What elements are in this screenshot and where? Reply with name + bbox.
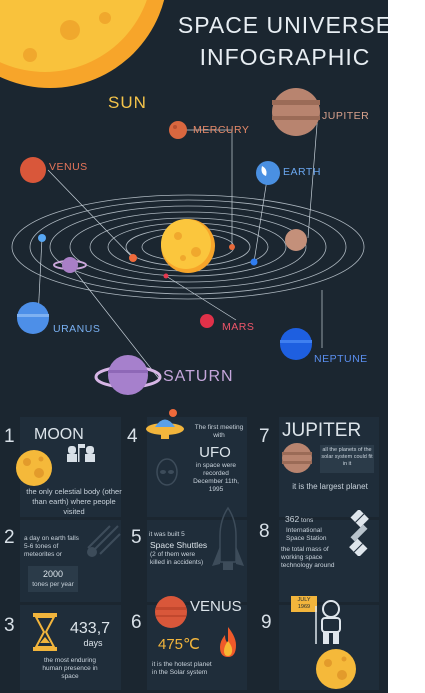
mercury-label: MERCURY [193,124,250,136]
moon-surface-icon [316,649,356,689]
space-shuttle-icon [212,506,244,570]
ufo-icon [146,409,184,439]
iss-text: the total mass of working space technolo… [281,546,335,569]
ufo-text: in space were recorded December 11th, 19… [193,462,239,493]
meteorites-text: a day on earth falls 5-6 tones of meteor… [24,535,79,558]
iss-value: 362 [285,514,300,524]
ufo-heading: UFO [199,444,231,461]
hourglass-icon [33,613,57,651]
jupiter-note: all the planets of the solar system coul… [321,447,373,467]
fact-number-5: 5 [131,527,142,548]
venus-text: it is the hotest planet in the Solar sys… [152,661,212,676]
astronaut-icon [315,600,341,644]
venus-temperature: 475℃ [158,636,200,653]
shuttles-heading: Space Shuttles [150,540,208,550]
shuttles-text: (2 of them were killed in accidents) [150,551,204,566]
saturn-label: SATURN [163,368,234,385]
fact-number-7: 7 [259,426,270,447]
fact-number-6: 6 [131,612,142,633]
fact-number-4: 4 [127,426,138,447]
jupiter-planet-icon [282,443,312,473]
uranus-label: URANUS [53,323,101,335]
iss-intro: International Space Station [286,527,327,542]
presence-value: 433,7 [70,620,111,637]
solar-system-diagram [11,88,365,395]
fact-number-1: 1 [4,426,15,447]
neptune-label: NEPTUNE [314,353,368,365]
meteorites-value: 2000 [42,569,64,579]
presence-text: the most enduring human presence in spac… [42,657,98,680]
moon-text: the only celestial body (other than eart… [26,487,122,516]
fact-number-2: 2 [4,527,15,548]
astronauts-icon [67,444,95,462]
iss-unit: tons [301,517,314,524]
venus-heading: VENUS [190,598,242,615]
venus-label: VENUS [49,161,88,173]
meteorites-unit: tones per year [32,581,74,588]
shuttles-intro: it was built 5 [149,531,185,538]
space-station-icon [349,510,369,556]
july-sign-text: JULY 1969 [297,597,311,610]
right-margin [388,0,425,693]
moon-icon [16,450,52,486]
presence-unit: days [83,638,103,648]
mars-label: MARS [222,321,255,333]
ufo-intro: The first meeting with [194,424,244,439]
iss-value-line: 362 tons [285,515,313,525]
jupiter-label: JUPITER [322,110,370,122]
jupiter-text: it is the largest planet [292,482,368,491]
fire-icon [220,627,236,657]
meteorite-icon [87,525,121,557]
fact-number-9: 9 [261,612,272,633]
venus-planet-icon [155,596,187,628]
alien-icon [156,458,178,486]
jupiter-heading: JUPITER [282,420,362,441]
earth-label: EARTH [283,166,321,178]
fact-number-8: 8 [259,521,270,542]
infographic-poster: SPACE UNIVERSE INFOGRAPHIC SUN MERCURY J… [0,0,388,693]
sun-label: SUN [108,93,147,112]
fact-number-3: 3 [4,615,15,636]
